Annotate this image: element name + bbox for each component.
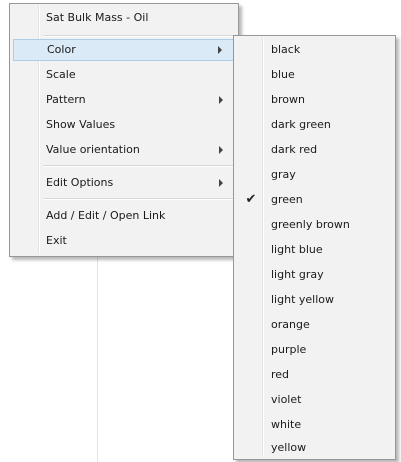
menu-item-show-values[interactable]: Show Values	[13, 114, 235, 136]
color-option-yellow[interactable]: yellow	[237, 436, 392, 460]
menu-item-label: Value orientation	[46, 143, 140, 156]
color-option-light-blue[interactable]: light blue	[237, 238, 392, 262]
color-option-blue[interactable]: blue	[237, 63, 392, 87]
menu-item-label: Add / Edit / Open Link	[46, 209, 166, 222]
menu-header: Sat Bulk Mass - Oil	[13, 7, 235, 29]
menu-item-value-orientation[interactable]: Value orientation	[13, 139, 235, 161]
checkmark-icon: ✔	[245, 192, 257, 207]
color-option-label: black	[271, 43, 301, 56]
color-option-label: dark green	[271, 118, 331, 131]
menu-separator	[43, 165, 235, 167]
color-option-black[interactable]: black	[237, 38, 392, 62]
menu-separator	[43, 35, 235, 37]
color-submenu: black blue brown dark green dark red gra…	[233, 35, 396, 460]
color-option-label: green	[271, 193, 303, 206]
submenu-arrow-icon	[219, 96, 223, 104]
color-option-green[interactable]: ✔ green	[237, 188, 392, 212]
menu-item-label: Color	[47, 43, 76, 56]
chart-gridline	[97, 252, 98, 462]
menu-item-label: Exit	[46, 234, 67, 247]
color-option-purple[interactable]: purple	[237, 338, 392, 362]
submenu-arrow-icon	[218, 46, 222, 54]
color-option-greenly-brown[interactable]: greenly brown	[237, 213, 392, 237]
color-option-label: greenly brown	[271, 218, 350, 231]
color-option-label: orange	[271, 318, 310, 331]
color-option-orange[interactable]: orange	[237, 313, 392, 337]
color-option-label: blue	[271, 68, 295, 81]
color-option-label: light blue	[271, 243, 323, 256]
color-option-label: brown	[271, 93, 305, 106]
menu-item-label: Edit Options	[46, 176, 114, 189]
color-option-dark-red[interactable]: dark red	[237, 138, 392, 162]
color-option-label: dark red	[271, 143, 318, 156]
menu-item-label: Pattern	[46, 93, 86, 106]
color-option-label: red	[271, 368, 290, 381]
color-option-violet[interactable]: violet	[237, 388, 392, 412]
submenu-arrow-icon	[219, 146, 223, 154]
color-option-label: yellow	[271, 441, 307, 454]
menu-item-pattern[interactable]: Pattern	[13, 89, 235, 111]
menu-item-scale[interactable]: Scale	[13, 64, 235, 86]
color-option-gray[interactable]: gray	[237, 163, 392, 187]
color-option-label: white	[271, 418, 302, 431]
menu-item-add-edit-open-link[interactable]: Add / Edit / Open Link	[13, 205, 235, 227]
screen: Sat Bulk Mass - Oil Color Scale Pattern …	[0, 0, 401, 462]
menu-item-edit-options[interactable]: Edit Options	[13, 172, 235, 194]
menu-header-label: Sat Bulk Mass - Oil	[46, 11, 149, 24]
color-option-white[interactable]: white	[237, 413, 392, 437]
menu-item-exit[interactable]: Exit	[13, 230, 235, 252]
color-option-label: light yellow	[271, 293, 334, 306]
color-option-brown[interactable]: brown	[237, 88, 392, 112]
menu-separator	[43, 198, 235, 200]
menu-item-label: Show Values	[46, 118, 116, 131]
menu-item-label: Scale	[46, 68, 76, 81]
menu-item-color[interactable]: Color	[13, 39, 235, 61]
color-option-red[interactable]: red	[237, 363, 392, 387]
color-option-dark-green[interactable]: dark green	[237, 113, 392, 137]
submenu-arrow-icon	[219, 179, 223, 187]
color-option-label: violet	[271, 393, 302, 406]
color-option-label: light gray	[271, 268, 324, 281]
color-option-light-gray[interactable]: light gray	[237, 263, 392, 287]
color-option-label: purple	[271, 343, 307, 356]
color-option-light-yellow[interactable]: light yellow	[237, 288, 392, 312]
context-menu: Sat Bulk Mass - Oil Color Scale Pattern …	[9, 3, 239, 257]
color-option-label: gray	[271, 168, 296, 181]
